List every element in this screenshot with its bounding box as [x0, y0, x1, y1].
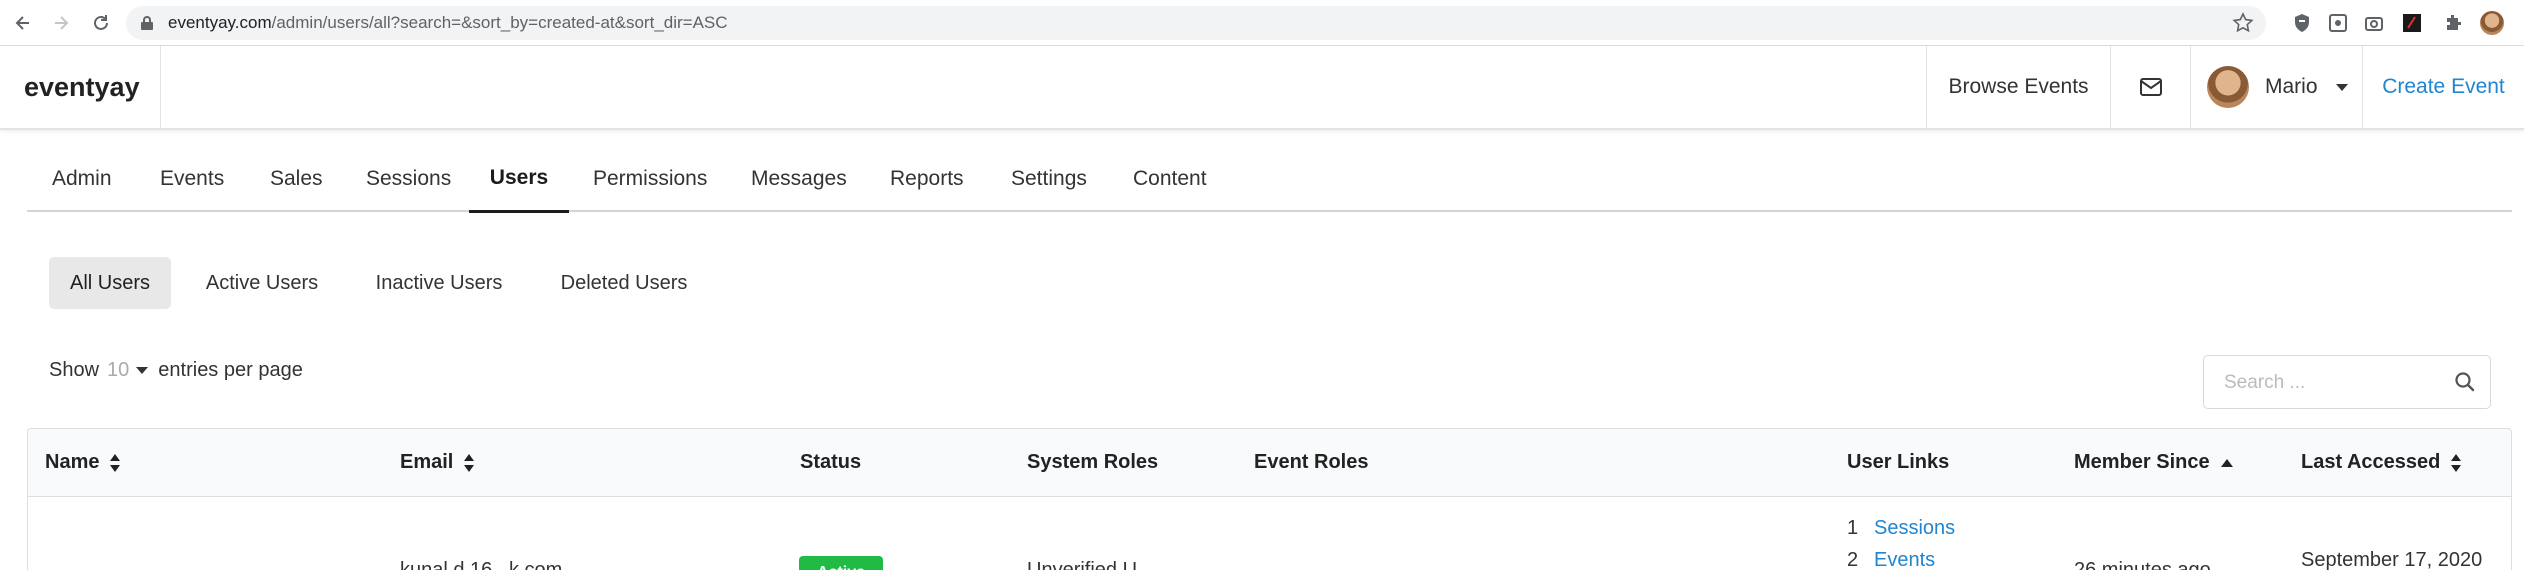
- column-name-label: Name: [45, 451, 100, 473]
- notifications-button[interactable]: [2110, 46, 2190, 128]
- entries-prefix: Show: [49, 358, 100, 381]
- user-email: kunal.d.16...k.com: [400, 559, 563, 570]
- subtab-deleted-users[interactable]: Deleted Users: [540, 257, 708, 309]
- reload-button[interactable]: [86, 8, 116, 38]
- back-button[interactable]: [8, 8, 38, 38]
- reload-icon: [94, 15, 108, 30]
- tab-events[interactable]: Events: [160, 150, 224, 212]
- search-field[interactable]: [2203, 355, 2491, 409]
- back-arrow-icon: [15, 16, 29, 30]
- tab-content[interactable]: Content: [1133, 150, 1207, 212]
- column-email[interactable]: Email: [400, 429, 475, 496]
- user-menu[interactable]: Mario: [2190, 46, 2362, 128]
- profile-avatar-icon[interactable]: [2480, 11, 2504, 35]
- users-table: Name Email Status System Roles Event Rol…: [27, 428, 2512, 570]
- brand-logo[interactable]: eventyay: [0, 46, 161, 128]
- system-roles: Unverified U...: [1027, 559, 1154, 570]
- sort-ascending-icon: [2220, 458, 2233, 467]
- admin-tabs: Admin Events Sales Sessions Users Permis…: [27, 150, 2512, 213]
- column-member-since[interactable]: Member Since: [2074, 429, 2234, 496]
- search-icon[interactable]: [2454, 371, 2476, 393]
- app-header: eventyay Browse Events Mario Create Even…: [0, 46, 2524, 130]
- url-host: eventyay.com: [168, 13, 272, 32]
- events-link[interactable]: Events: [1874, 549, 1935, 570]
- url-text: eventyay.com/admin/users/all?search=&sor…: [168, 13, 728, 33]
- entries-per-page: Show 10 entries per page: [49, 355, 303, 385]
- tab-users[interactable]: Users: [469, 150, 569, 213]
- puzzle-icon[interactable]: [2441, 11, 2465, 35]
- member-since: 26 minutes ago: [2074, 559, 2211, 570]
- chevron-down-icon: [2335, 83, 2348, 91]
- chevron-down-icon[interactable]: [136, 366, 149, 374]
- lock-icon: [141, 16, 153, 30]
- forward-arrow-icon: [55, 16, 69, 30]
- column-member-since-label: Member Since: [2074, 451, 2210, 473]
- camera-icon[interactable]: [2362, 11, 2386, 35]
- user-name: Mario: [2265, 75, 2318, 98]
- extension-red-icon[interactable]: [2400, 11, 2424, 35]
- browser-toolbar: eventyay.com/admin/users/all?search=&sor…: [0, 0, 2524, 46]
- tab-permissions[interactable]: Permissions: [593, 150, 707, 212]
- sessions-link[interactable]: Sessions: [1874, 517, 1955, 540]
- address-bar[interactable]: eventyay.com/admin/users/all?search=&sor…: [126, 6, 2266, 40]
- table-header: Name Email Status System Roles Event Rol…: [28, 429, 2511, 497]
- tab-admin[interactable]: Admin: [52, 150, 112, 212]
- tab-sales[interactable]: Sales: [270, 150, 323, 212]
- tab-reports[interactable]: Reports: [890, 150, 964, 212]
- tab-settings[interactable]: Settings: [1011, 150, 1087, 212]
- column-last-accessed-label: Last Accessed: [2301, 451, 2441, 473]
- subtab-inactive-users[interactable]: Inactive Users: [360, 257, 518, 309]
- subtab-all-users[interactable]: All Users: [49, 257, 171, 309]
- mail-icon: [2139, 78, 2162, 96]
- column-user-links: User Links: [1847, 451, 1950, 473]
- last-accessed: September 17, 2020: [2301, 549, 2483, 570]
- tab-sessions[interactable]: Sessions: [366, 150, 451, 212]
- extension-shield-icon[interactable]: [2290, 11, 2314, 35]
- tab-messages[interactable]: Messages: [751, 150, 847, 212]
- sort-icon: [110, 453, 121, 472]
- extension-badge-icon[interactable]: [2326, 11, 2350, 35]
- bookmark-star-icon[interactable]: [2232, 12, 2254, 34]
- column-name[interactable]: Name: [45, 429, 121, 496]
- avatar: [2207, 66, 2249, 108]
- status-badge: Active: [799, 556, 883, 570]
- search-input[interactable]: [2222, 368, 2446, 398]
- sort-icon: [464, 453, 475, 472]
- column-email-label: Email: [400, 451, 454, 473]
- subtab-active-users[interactable]: Active Users: [190, 257, 334, 309]
- entries-select[interactable]: 10: [107, 359, 129, 382]
- browse-events-link[interactable]: Browse Events: [1926, 46, 2110, 128]
- column-event-roles: Event Roles: [1254, 451, 1369, 473]
- column-last-accessed[interactable]: Last Accessed: [2301, 429, 2462, 496]
- link-number: 1: [1847, 517, 1859, 539]
- brand-name: eventyay: [24, 71, 140, 102]
- entries-suffix: entries per page: [158, 358, 303, 381]
- column-system-roles: System Roles: [1027, 451, 1159, 473]
- link-number: 2: [1847, 549, 1859, 570]
- create-event-link[interactable]: Create Event: [2362, 46, 2524, 128]
- column-status: Status: [800, 451, 862, 473]
- sort-icon: [2451, 453, 2462, 472]
- forward-button[interactable]: [46, 8, 76, 38]
- url-path: /admin/users/all?search=&sort_by=created…: [271, 13, 728, 32]
